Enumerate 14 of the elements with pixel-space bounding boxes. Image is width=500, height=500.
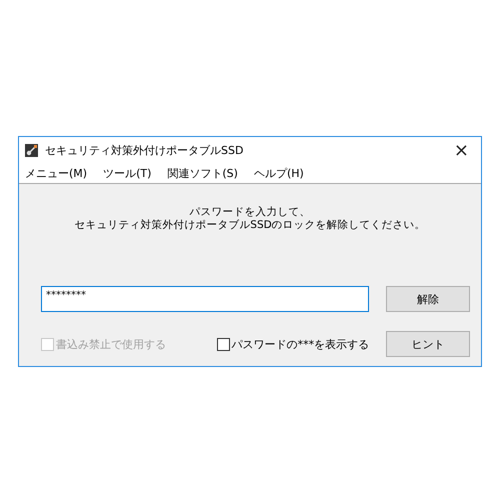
password-field[interactable]: ******** [41,286,370,312]
instruction-text: セキュリティ対策外付けポータブルSSDのロックを解除してください。 [74,219,426,232]
hint-button[interactable]: ヒント [386,331,470,357]
unlock-button[interactable]: 解除 [386,286,470,312]
instruction-text: パスワードを入力して、 [190,206,310,219]
key-icon [25,144,38,156]
checkbox-option[interactable]: パスワードの***を表示する [216,336,370,352]
menu-item[interactable]: 関連ソフト(S) [167,166,238,180]
checkbox[interactable] [216,338,230,350]
menu-item[interactable]: ヘルプ(H) [254,166,304,180]
close-button[interactable]: × [448,140,475,160]
window-title: セキュリティ対策外付けポータブルSSD [45,142,244,158]
menu-item[interactable]: メニュー(M) [25,166,88,180]
menu-item[interactable]: ツール(T) [103,166,152,180]
